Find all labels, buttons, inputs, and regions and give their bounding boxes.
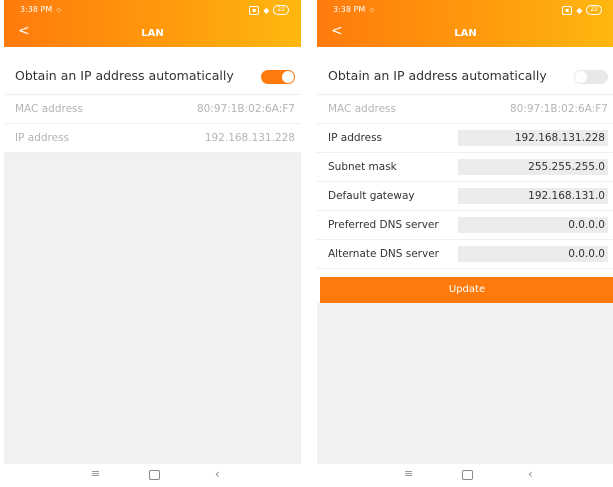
menu-icon[interactable]: ≡ (404, 467, 413, 480)
empty-area (4, 153, 301, 464)
toggle-knob (575, 71, 587, 83)
back-icon[interactable]: ‹ (528, 467, 533, 481)
wifi-icon: ◆ (263, 5, 270, 15)
app-header: 3:38 PM ⬦ ▪ ◆ 22 < LAN (317, 0, 613, 47)
page-title: LAN (454, 28, 477, 39)
alternate-dns-row: Alternate DNS server 0.0.0.0 (317, 240, 613, 269)
mac-address-row: MAC address 80:97:1B:02:6A:F7 (4, 95, 301, 124)
app-header: 3:38 PM ⬦ ▪ ◆ 22 < LAN (4, 0, 301, 47)
ip-address-label: IP address (328, 132, 383, 144)
mac-address-value: 80:97:1B:02:6A:F7 (509, 103, 608, 115)
preferred-dns-row: Preferred DNS server 0.0.0.0 (317, 211, 613, 240)
home-icon[interactable] (462, 470, 473, 480)
default-gateway-input[interactable]: 192.168.131.0 (458, 188, 608, 204)
battery-icon: 22 (586, 5, 602, 15)
signal-icon: ⬦ (369, 6, 375, 14)
auto-ip-row: Obtain an IP address automatically (4, 47, 301, 95)
update-button[interactable]: Update (320, 277, 613, 303)
subnet-mask-input[interactable]: 255.255.255.0 (458, 159, 608, 175)
alternate-dns-label: Alternate DNS server (328, 248, 439, 260)
ip-address-input[interactable]: 192.168.131.228 (458, 130, 608, 146)
menu-icon[interactable]: ≡ (91, 467, 100, 480)
sim-icon: ▪ (249, 5, 260, 15)
mac-address-row: MAC address 80:97:1B:02:6A:F7 (317, 95, 613, 124)
auto-ip-toggle[interactable] (574, 70, 608, 84)
auto-ip-row: Obtain an IP address automatically (317, 47, 613, 95)
auto-ip-toggle[interactable] (261, 70, 295, 84)
system-nav-bar: ≡ ‹ (317, 464, 613, 487)
status-icons: ▪ ◆ 22 (249, 5, 289, 15)
default-gateway-row: Default gateway 192.168.131.0 (317, 182, 613, 211)
battery-icon: 22 (273, 5, 289, 15)
auto-ip-label: Obtain an IP address automatically (15, 68, 234, 83)
ip-address-label: IP address (15, 132, 70, 144)
ip-address-row: IP address 192.168.131.228 (4, 124, 301, 153)
default-gateway-label: Default gateway (328, 190, 415, 202)
right-screen: 3:38 PM ⬦ ▪ ◆ 22 < LAN Obtain an IP addre… (317, 0, 613, 487)
wifi-icon: ◆ (576, 5, 583, 15)
home-icon[interactable] (149, 470, 160, 480)
ip-address-row: IP address 192.168.131.228 (317, 124, 613, 153)
back-icon[interactable]: ‹ (215, 467, 220, 481)
preferred-dns-input[interactable]: 0.0.0.0 (458, 217, 608, 233)
mac-address-label: MAC address (328, 103, 396, 115)
signal-icon: ⬦ (56, 6, 62, 14)
status-time: 3:38 PM ⬦ (20, 5, 62, 14)
sim-icon: ▪ (562, 5, 573, 15)
auto-ip-label: Obtain an IP address automatically (328, 68, 547, 83)
ip-address-value: 192.168.131.228 (204, 132, 295, 144)
status-time: 3:38 PM ⬦ (333, 5, 375, 14)
subnet-mask-label: Subnet mask (328, 161, 397, 173)
subnet-mask-row: Subnet mask 255.255.255.0 (317, 153, 613, 182)
page-title: LAN (141, 28, 164, 39)
preferred-dns-label: Preferred DNS server (328, 219, 439, 231)
left-screen: 3:38 PM ⬦ ▪ ◆ 22 < LAN Obtain an IP addre… (4, 0, 301, 487)
mac-address-value: 80:97:1B:02:6A:F7 (196, 103, 295, 115)
toggle-knob (282, 71, 294, 83)
system-nav-bar: ≡ ‹ (4, 464, 301, 487)
mac-address-label: MAC address (15, 103, 83, 115)
alternate-dns-input[interactable]: 0.0.0.0 (458, 246, 608, 262)
status-icons: ▪ ◆ 22 (562, 5, 602, 15)
empty-area (317, 303, 613, 464)
